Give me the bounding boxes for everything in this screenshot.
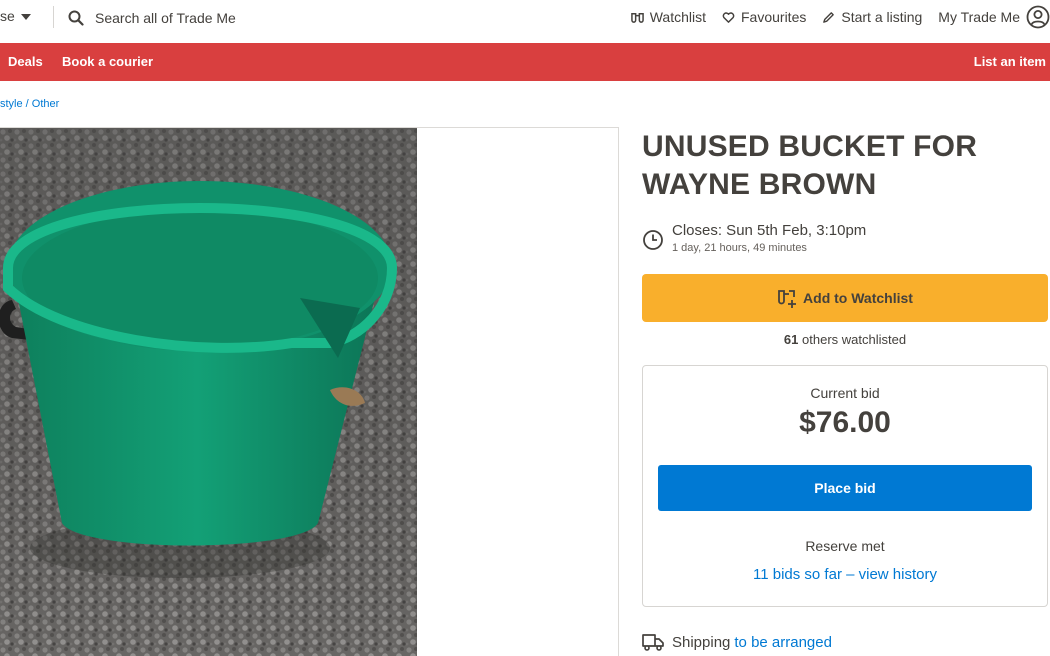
current-bid-label: Current bid bbox=[810, 385, 880, 401]
place-bid-label: Place bid bbox=[814, 480, 876, 496]
binoculars-icon bbox=[630, 12, 644, 23]
clock-icon bbox=[643, 230, 663, 250]
bucket-photo-image bbox=[0, 128, 417, 656]
watchlist-label: Watchlist bbox=[649, 9, 706, 25]
watch-count-text: 61 others watchlisted bbox=[642, 332, 1048, 347]
place-bid-button[interactable]: Place bid bbox=[658, 465, 1032, 511]
listing-title: UNUSED BUCKET FOR WAYNE BROWN bbox=[642, 130, 978, 201]
add-to-watchlist-button[interactable]: Add to Watchlist bbox=[642, 274, 1048, 322]
header-divider bbox=[53, 6, 54, 28]
shipping-label: Shipping bbox=[672, 633, 731, 651]
reserve-status: Reserve met bbox=[805, 538, 885, 554]
chevron-down-icon bbox=[20, 14, 31, 21]
start-listing-link[interactable]: Start a listing bbox=[822, 6, 922, 28]
closes-text: Closes: Sun 5th Feb, 3:10pm bbox=[672, 222, 867, 239]
binoculars-plus-icon bbox=[778, 290, 797, 308]
search-icon bbox=[68, 10, 84, 26]
my-trade-me-link[interactable]: My Trade Me bbox=[938, 5, 1050, 29]
favourites-label: Favourites bbox=[741, 9, 807, 25]
breadcrumb[interactable]: style / Other bbox=[0, 98, 59, 110]
heart-icon bbox=[722, 11, 735, 23]
time-left: 1 day, 21 hours, 49 minutes bbox=[672, 242, 807, 254]
user-circle-icon bbox=[1026, 5, 1050, 29]
nav-book-courier[interactable]: Book a courier bbox=[62, 54, 153, 69]
truck-icon bbox=[642, 634, 664, 651]
nav-deals[interactable]: Deals bbox=[8, 54, 43, 69]
watch-count-number: 61 bbox=[783, 332, 799, 347]
current-bid-amount: $76.00 bbox=[799, 406, 891, 439]
search-placeholder: Search all of Trade Me bbox=[95, 10, 236, 26]
browse-label: se bbox=[0, 8, 15, 24]
search-input[interactable]: Search all of Trade Me bbox=[68, 8, 236, 28]
closing-info: Closes: Sun 5th Feb, 3:10pm 1 day, 21 ho… bbox=[642, 222, 866, 254]
add-to-watchlist-label: Add to Watchlist bbox=[803, 290, 913, 306]
browse-menu[interactable]: se bbox=[0, 8, 31, 24]
listing-photo[interactable] bbox=[0, 128, 417, 656]
main-nav: Deals Book a courier List an item bbox=[0, 43, 1050, 81]
start-listing-label: Start a listing bbox=[841, 9, 923, 25]
shipping-value-link[interactable]: to be arranged bbox=[734, 634, 832, 651]
shipping-info: Shipping to be arranged bbox=[642, 633, 832, 651]
pencil-icon bbox=[823, 11, 835, 23]
bid-history-link[interactable]: 11 bids so far – view history bbox=[643, 566, 1047, 583]
favourites-link[interactable]: Favourites bbox=[722, 6, 806, 28]
my-trade-me-label: My Trade Me bbox=[938, 9, 1020, 25]
nav-list-item[interactable]: List an item bbox=[974, 54, 1046, 69]
watchlist-link[interactable]: Watchlist bbox=[630, 6, 706, 28]
bid-panel: Current bid $76.00 Place bid Reserve met… bbox=[642, 365, 1048, 607]
header-links: Watchlist Favourites Start a listing My … bbox=[615, 5, 1050, 29]
top-header: se Search all of Trade Me Watchlist Favo… bbox=[0, 0, 1050, 43]
watch-count-suffix: others watchlisted bbox=[802, 332, 907, 347]
